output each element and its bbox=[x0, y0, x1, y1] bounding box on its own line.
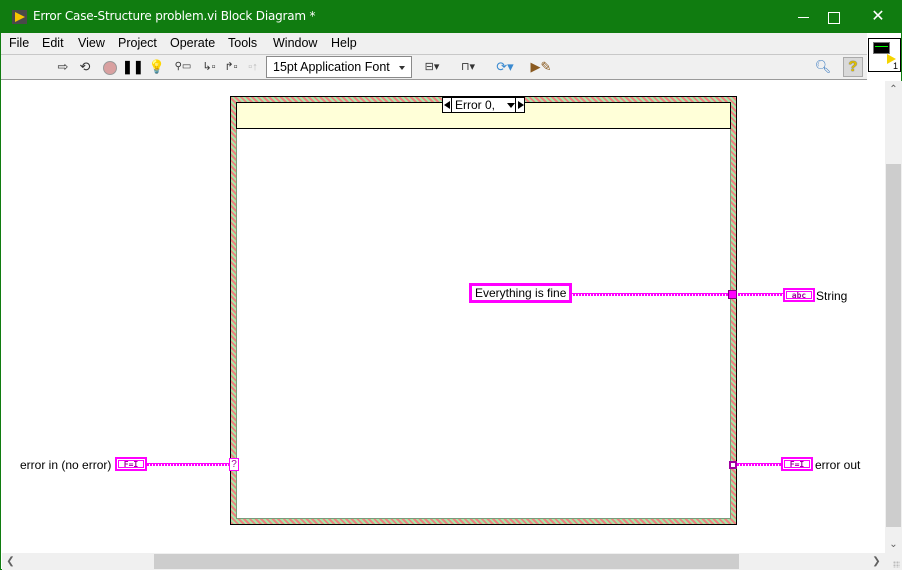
pause-icon[interactable]: ❚❚ bbox=[122, 58, 144, 76]
scroll-down-icon[interactable]: ⌄ bbox=[885, 536, 902, 553]
case-selector[interactable]: Error 0, bbox=[442, 97, 525, 113]
error-in-label: error in (no error) bbox=[20, 458, 112, 472]
oscilloscope-icon bbox=[873, 42, 890, 54]
vertical-scrollbar[interactable]: ⌃ ⌄ bbox=[885, 81, 902, 553]
case-selector-tunnel[interactable]: ? bbox=[229, 458, 239, 471]
horizontal-scrollbar[interactable]: ❮ ❯ bbox=[2, 553, 885, 570]
reorder-icon[interactable]: ⟳▾ bbox=[493, 58, 517, 76]
output-tunnel-string[interactable] bbox=[728, 290, 737, 299]
menu-file[interactable]: File bbox=[9, 36, 29, 50]
chevron-down-icon bbox=[399, 66, 405, 70]
abort-icon[interactable] bbox=[101, 58, 119, 76]
error-out-label: error out bbox=[815, 458, 861, 472]
clean-up-diagram-icon[interactable]: ▶✎ bbox=[530, 58, 552, 76]
string-wire-inner[interactable] bbox=[570, 293, 730, 296]
vi-icon-number: 1 bbox=[892, 61, 898, 71]
font-select-value: 15pt Application Font bbox=[273, 60, 390, 74]
title-bar: Error Case-Structure problem.vi Block Di… bbox=[1, 1, 902, 33]
context-help-button[interactable]: ? bbox=[843, 57, 863, 77]
run-continuously-icon[interactable]: ⟲ bbox=[76, 58, 94, 76]
horizontal-scroll-thumb[interactable] bbox=[154, 554, 739, 569]
case-structure-interior bbox=[236, 102, 731, 519]
case-structure[interactable]: Error 0, bbox=[230, 96, 737, 525]
vi-icon[interactable]: 1 bbox=[868, 38, 901, 72]
error-out-wire[interactable] bbox=[737, 463, 782, 466]
string-indicator-glyph: abc bbox=[786, 291, 812, 300]
scroll-right-icon[interactable]: ❯ bbox=[868, 553, 885, 570]
distribute-objects-icon[interactable]: ⊓▾ bbox=[456, 58, 480, 76]
scroll-up-icon[interactable]: ⌃ bbox=[885, 81, 902, 98]
maximize-button[interactable] bbox=[809, 1, 855, 33]
string-wire-outer[interactable] bbox=[738, 293, 784, 296]
toolbar: ⇨ ⟲ ❚❚ 💡 ⚲▭ ↳▫ ↱▫ ▫↑ 15pt Application Fo… bbox=[1, 54, 867, 80]
highlight-execution-icon[interactable]: 💡 bbox=[148, 58, 166, 76]
case-prev-button[interactable] bbox=[443, 98, 452, 112]
step-into-icon[interactable]: ↳▫ bbox=[200, 58, 218, 76]
close-button[interactable]: ✕ bbox=[855, 1, 901, 33]
menu-view[interactable]: View bbox=[78, 36, 105, 50]
resize-grip-icon[interactable] bbox=[885, 553, 902, 570]
string-indicator-label: String bbox=[816, 289, 848, 303]
error-in-terminal[interactable]: F=I bbox=[115, 457, 147, 471]
scroll-left-icon[interactable]: ❮ bbox=[2, 553, 19, 570]
window-title: Error Case-Structure problem.vi Block Di… bbox=[33, 9, 316, 23]
labview-app-icon bbox=[12, 10, 27, 24]
string-indicator-terminal[interactable]: abc bbox=[783, 288, 815, 302]
error-in-wire[interactable] bbox=[147, 463, 230, 466]
menu-project[interactable]: Project bbox=[118, 36, 157, 50]
vertical-scroll-thumb[interactable] bbox=[886, 164, 901, 527]
case-next-button[interactable] bbox=[515, 98, 524, 112]
output-tunnel-error[interactable] bbox=[729, 461, 737, 469]
menu-operate[interactable]: Operate bbox=[170, 36, 215, 50]
error-out-terminal[interactable]: F=I bbox=[781, 457, 813, 471]
block-diagram-canvas[interactable]: Error 0, Everything is fine abc String e… bbox=[2, 81, 885, 553]
step-out-icon[interactable]: ▫↑ bbox=[244, 58, 262, 76]
string-constant-text: Everything is fine bbox=[475, 286, 567, 300]
run-arrow-icon[interactable]: ⇨ bbox=[54, 58, 72, 76]
align-objects-icon[interactable]: ⊟▾ bbox=[420, 58, 444, 76]
font-select-dropdown[interactable]: 15pt Application Font bbox=[266, 56, 412, 78]
step-over-icon[interactable]: ↱▫ bbox=[222, 58, 240, 76]
case-dropdown-icon[interactable] bbox=[507, 103, 515, 108]
case-selector-label: Error 0, bbox=[455, 98, 496, 112]
menu-edit[interactable]: Edit bbox=[42, 36, 64, 50]
block-diagram-window: Error Case-Structure problem.vi Block Di… bbox=[0, 0, 902, 570]
retain-wire-values-icon[interactable]: ⚲▭ bbox=[174, 58, 192, 76]
menu-window[interactable]: Window bbox=[273, 36, 317, 50]
menu-tools[interactable]: Tools bbox=[228, 36, 257, 50]
error-cluster-glyph: F=I bbox=[118, 460, 144, 469]
menu-bar: File Edit View Project Operate Tools Win… bbox=[1, 33, 867, 54]
error-cluster-glyph: F=I bbox=[784, 460, 810, 469]
menu-help[interactable]: Help bbox=[331, 36, 357, 50]
search-icon[interactable]: 🔍︎ bbox=[812, 58, 834, 76]
string-constant[interactable]: Everything is fine bbox=[469, 283, 573, 303]
